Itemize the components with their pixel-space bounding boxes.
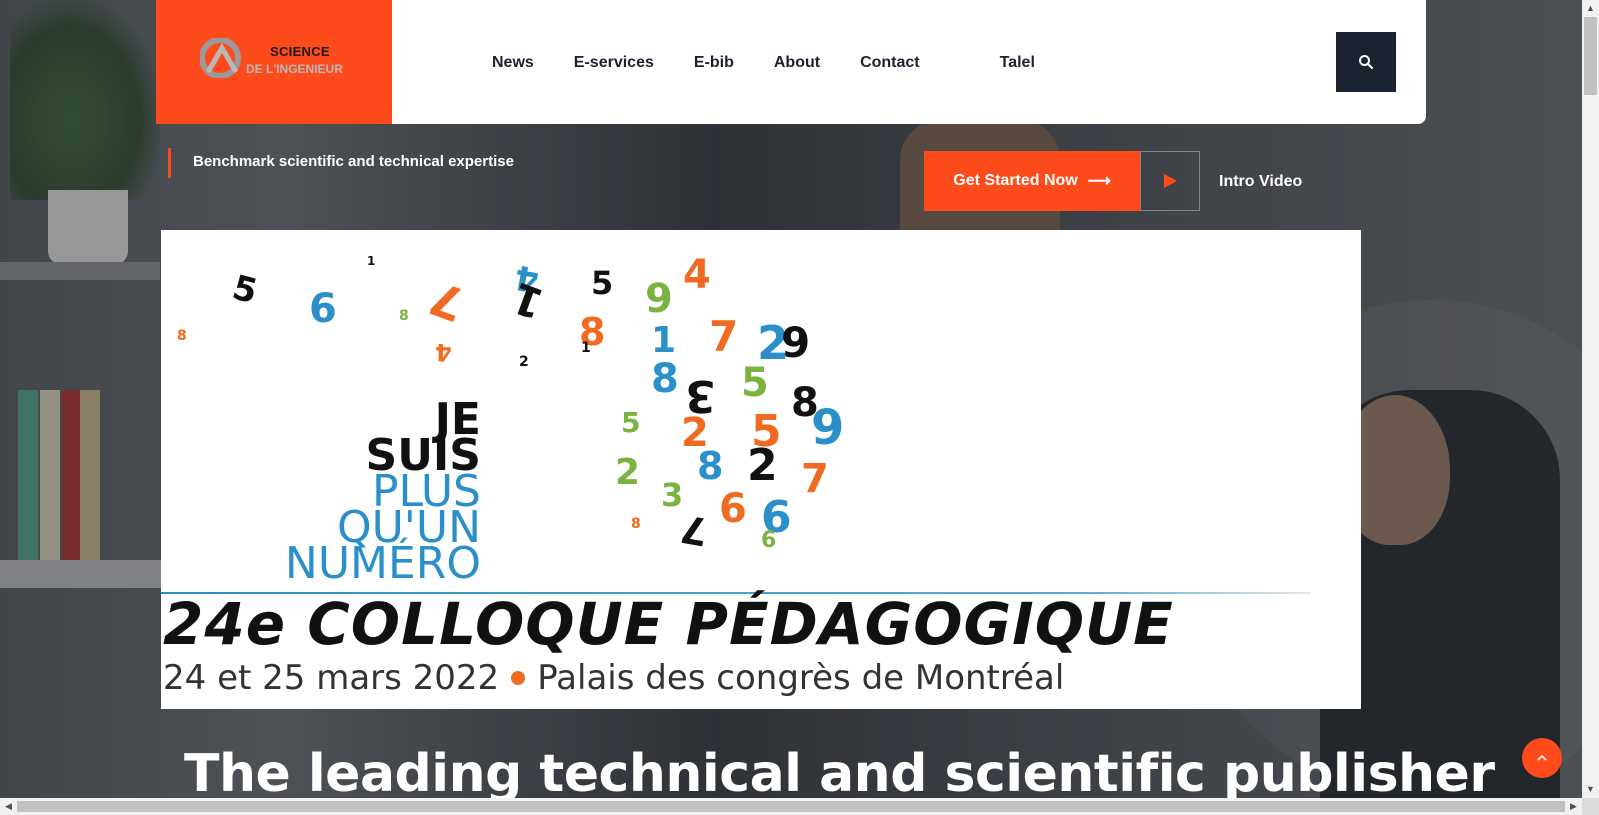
arrow-right-icon: ⟶ bbox=[1087, 173, 1111, 190]
logo-text-secondary: DE L'INGENIEUR bbox=[246, 62, 343, 76]
chevron-up-icon bbox=[1537, 754, 1547, 761]
event-poster-image: 5 6 8 8 7 4 4 1 5 8 9 4 1 7 2 9 8 3 5 8 … bbox=[161, 230, 1361, 709]
poster-event-title: 24e COLLOQUE PÉDAGOGIQUE bbox=[163, 590, 1174, 658]
bullet-dot bbox=[511, 670, 526, 685]
get-started-button[interactable]: Get Started Now ⟶ bbox=[924, 151, 1140, 211]
logo-text-primary: SCIENCE bbox=[270, 44, 330, 59]
nav-news[interactable]: News bbox=[492, 54, 534, 72]
play-icon bbox=[1164, 174, 1177, 188]
nav-about[interactable]: About bbox=[774, 54, 820, 72]
nav-contact[interactable]: Contact bbox=[860, 54, 920, 72]
poster-slogan: JE SUIS PLUS QU'UN NUMÉRO bbox=[284, 398, 481, 589]
vertical-scrollbar[interactable]: ▲ ▼ bbox=[1582, 0, 1599, 798]
site-logo[interactable]: SCIENCE DE L'INGENIEUR bbox=[156, 0, 392, 124]
scroll-left-arrow-icon[interactable]: ◀ bbox=[0, 798, 17, 815]
back-to-top-button[interactable] bbox=[1522, 738, 1562, 778]
main-nav: News E-services E-bib About Contact Tale… bbox=[492, 54, 1075, 72]
logo-mark-icon bbox=[200, 38, 241, 78]
nav-e-bib[interactable]: E-bib bbox=[694, 54, 734, 72]
horizontal-scroll-thumb[interactable] bbox=[17, 801, 1565, 812]
scroll-right-arrow-icon[interactable]: ▶ bbox=[1565, 798, 1582, 815]
scroll-up-arrow-icon[interactable]: ▲ bbox=[1582, 0, 1599, 17]
nav-e-services[interactable]: E-services bbox=[574, 54, 654, 72]
poster-slogan-numero: NUMÉRO bbox=[284, 538, 481, 589]
nav-user-account[interactable]: Talel bbox=[1000, 54, 1035, 72]
poster-event-dates: 24 et 25 mars 2022 Palais des congrès de … bbox=[163, 658, 1064, 698]
search-icon bbox=[1359, 55, 1374, 70]
scroll-down-arrow-icon[interactable]: ▼ bbox=[1582, 781, 1599, 798]
scrollbar-corner bbox=[1582, 798, 1599, 815]
hero-tagline: Benchmark scientific and technical exper… bbox=[168, 148, 514, 178]
intro-video-play-button[interactable] bbox=[1140, 151, 1200, 211]
vertical-scroll-thumb[interactable] bbox=[1584, 17, 1597, 95]
horizontal-scrollbar[interactable]: ◀ ▶ bbox=[0, 798, 1582, 815]
poster-date-text: 24 et 25 mars 2022 bbox=[163, 658, 500, 698]
poster-venue-text: Palais des congrès de Montréal bbox=[537, 658, 1065, 698]
intro-video-link[interactable]: Intro Video bbox=[1219, 173, 1302, 191]
get-started-label: Get Started Now bbox=[953, 172, 1078, 189]
hero-headline: The leading technical and scientific pub… bbox=[184, 744, 1495, 804]
search-button[interactable] bbox=[1336, 32, 1396, 92]
